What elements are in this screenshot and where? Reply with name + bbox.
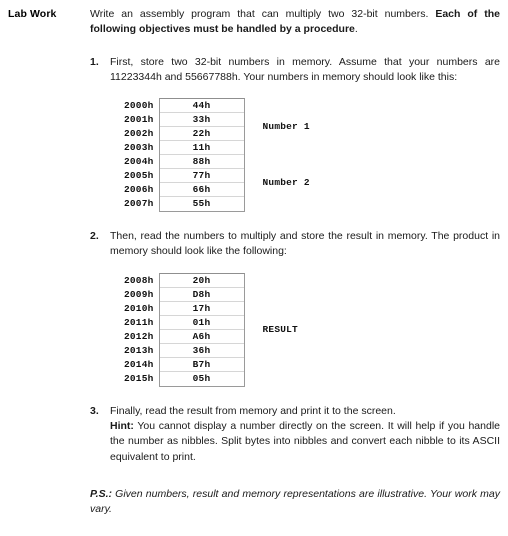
postscript-label: P.S.: [90, 487, 112, 500]
list-item-step-2: 2. Then, read the numbers to multiply an… [90, 229, 500, 387]
group-label-number-1: Number 1 [262, 121, 310, 133]
memory-address: 2007h [124, 198, 154, 210]
memory-cell: 01h [159, 316, 244, 330]
step-2-number: 2. [90, 230, 99, 243]
memory-address: 2014h [124, 358, 154, 370]
hint-text: You cannot display a number directly on … [110, 420, 500, 463]
memory-address: 2001h [124, 114, 154, 126]
memory-cell: 55h [192, 198, 211, 210]
document-body: Lab Work Write an assembly program that … [8, 7, 500, 518]
memory-cell: 77h [159, 169, 244, 184]
memory-address: 2006h [124, 184, 154, 196]
memory-address: 2000h [124, 100, 154, 112]
step-1-text: First, store two 32-bit numbers in memor… [110, 55, 500, 83]
memory-address: 2002h [124, 128, 154, 140]
step-3-line-1: Finally, read the result from memory and… [110, 404, 396, 417]
result-value-box: 20h D8h 17h 01h A6h 36h B7h 05h [158, 272, 245, 387]
intro-paragraph: Write an assembly program that can multi… [90, 7, 500, 38]
memory-address: 2012h [124, 330, 154, 342]
memory-cell: 66h [159, 183, 244, 198]
memory-address: 2005h [124, 170, 154, 182]
lab-work-document: Lab Work Write an assembly program that … [0, 0, 508, 536]
group-label-result: RESULT [262, 323, 298, 335]
memory-address: 2011h [124, 316, 154, 328]
memory-cell: B7h [159, 358, 244, 372]
numbers-value-box: 44h 33h 22h 11h 88h 77h 66h 55h [158, 98, 245, 213]
content-column: Write an assembly program that can multi… [90, 7, 500, 518]
memory-cell: 22h [159, 127, 244, 142]
hint-label: Hint: [110, 420, 134, 433]
memory-address: 2013h [124, 344, 154, 356]
memory-cell: A6h [159, 330, 244, 344]
step-2-text: Then, read the numbers to multiply and s… [110, 230, 500, 258]
intro-plain-text: Write an assembly program that can multi… [90, 8, 436, 20]
memory-table-numbers: 2000h 2001h 2002h 2003h 2004h 2005h 2006… [110, 98, 500, 213]
step-1-number: 1. [90, 55, 99, 68]
memory-cell: 17h [159, 302, 244, 316]
memory-cell: 36h [159, 344, 244, 358]
memory-cell: 20h [159, 274, 244, 288]
memory-cell: 05h [192, 372, 211, 384]
group-label-number-2: Number 2 [262, 177, 310, 189]
memory-address: 2008h [124, 274, 154, 286]
step-3-number: 3. [90, 404, 99, 417]
postscript-note: P.S.: Given numbers, result and memory r… [90, 487, 500, 518]
result-address-column: 2008h 2009h 2010h 2011h 2012h 2013h 2014… [124, 273, 159, 386]
memory-address: 2004h [124, 156, 154, 168]
step-3-text: Finally, read the result from memory and… [110, 404, 500, 465]
memory-address: 2015h [124, 372, 154, 384]
memory-cell: 11h [159, 141, 244, 156]
memory-cell: 33h [159, 113, 244, 128]
objectives-list: 1. First, store two 32-bit numbers in me… [90, 55, 500, 465]
memory-address: 2003h [124, 142, 154, 154]
memory-address: 2010h [124, 302, 154, 314]
postscript-text: Given numbers, result and memory represe… [90, 487, 500, 516]
numbers-address-column: 2000h 2001h 2002h 2003h 2004h 2005h 2006… [124, 98, 159, 211]
list-item-step-3: 3. Finally, read the result from memory … [90, 404, 500, 465]
list-item-step-1: 1. First, store two 32-bit numbers in me… [90, 55, 500, 213]
memory-address: 2009h [124, 288, 154, 300]
memory-cell: D8h [159, 288, 244, 302]
lab-work-heading: Lab Work [8, 8, 57, 20]
memory-cell: 44h [159, 99, 244, 114]
intro-tail-text: . [354, 23, 358, 36]
memory-cell: 88h [159, 155, 244, 170]
memory-table-result: 2008h 2009h 2010h 2011h 2012h 2013h 2014… [110, 272, 500, 387]
